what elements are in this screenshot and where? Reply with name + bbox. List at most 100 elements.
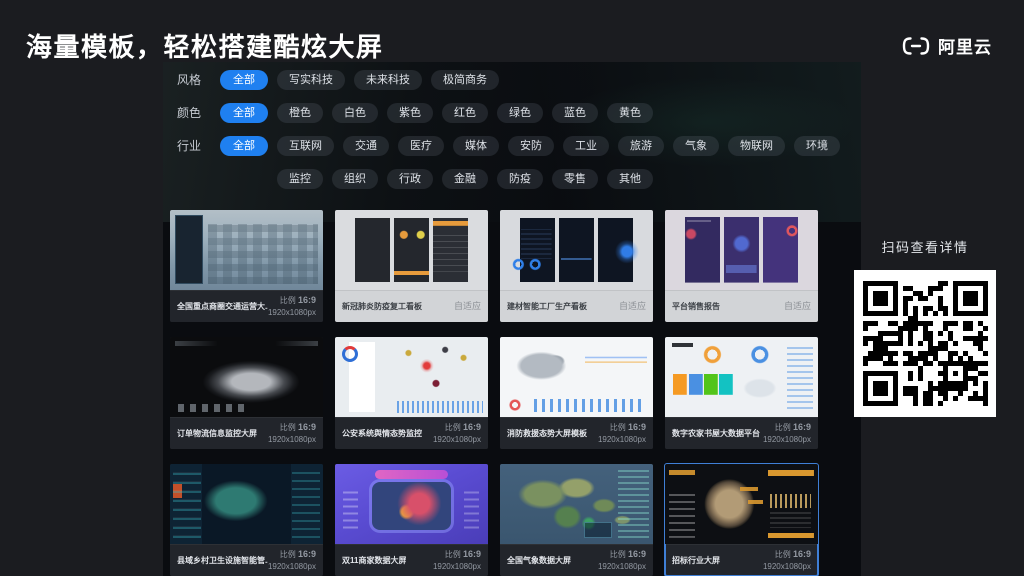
template-thumbnail: [170, 464, 323, 544]
filter-pill[interactable]: 安防: [508, 136, 554, 156]
template-label-bar: 县域乡村卫生设施智能管... 比例 16:9 1920x1080px: [170, 544, 323, 576]
filter-options: 互联网 交通 医疗 媒体 安防 工业 旅游 气象 物联网 环境监控 组织 行政 金融 防疫 零售 其他: [277, 136, 855, 189]
template-gallery-page: 海量模板，轻松搭建酷炫大屏 阿里云 风格 全部 写实科技 未来科技 极简商务 颜色 …: [0, 0, 1024, 576]
template-card[interactable]: 县域乡村卫生设施智能管... 比例 16:9 1920x1080px: [170, 464, 323, 576]
template-card[interactable]: 消防救援态势大屏模板 比例 16:9 1920x1080px: [500, 337, 653, 449]
template-meta: 比例 16:9 1920x1080px: [432, 422, 481, 445]
template-label-bar: 新冠肺炎防疫复工看板 自适应: [335, 290, 488, 322]
filter-pill[interactable]: 绿色: [497, 103, 543, 123]
template-card[interactable]: 全国气象数据大屏 比例 16:9 1920x1080px: [500, 464, 653, 576]
template-name: 平台销售报告: [672, 302, 720, 311]
filter-pill[interactable]: 全部: [220, 70, 268, 90]
template-name: 消防救援态势大屏模板: [507, 429, 587, 438]
template-card[interactable]: 双11商家数据大屏 比例 16:9 1920x1080px: [335, 464, 488, 576]
filter-row: 颜色 全部 橙色 白色 紫色 红色 绿色 蓝色 黄色: [171, 103, 855, 123]
filter-label: 颜色: [177, 106, 202, 120]
content-panel: 风格 全部 写实科技 未来科技 极简商务 颜色 全部 橙色 白色 紫色 红色 绿色 蓝色 黄色 …: [163, 62, 861, 576]
filter-pill[interactable]: 互联网: [277, 136, 334, 156]
filter-pill[interactable]: 组织: [332, 169, 378, 189]
filter-pill[interactable]: 物联网: [728, 136, 785, 156]
template-card[interactable]: 全国重点商圈交通运营大... 比例 16:9 1920x1080px: [170, 210, 323, 322]
brand: 阿里云: [901, 33, 992, 58]
template-label-bar: 数字农家书屋大数据平台 比例 16:9 1920x1080px: [665, 417, 818, 449]
template-name: 数字农家书屋大数据平台: [672, 429, 760, 438]
filter-pill[interactable]: 全部: [220, 103, 268, 123]
template-name: 订单物流信息监控大屏: [177, 429, 257, 438]
template-meta: 比例 16:9 1920x1080px: [762, 549, 811, 572]
template-thumbnail: [500, 464, 653, 544]
filter-pill[interactable]: 白色: [332, 103, 378, 123]
template-label-bar: 招标行业大屏 比例 16:9 1920x1080px: [665, 544, 818, 576]
template-label-bar: 双11商家数据大屏 比例 16:9 1920x1080px: [335, 544, 488, 576]
template-card[interactable]: 订单物流信息监控大屏 比例 16:9 1920x1080px: [170, 337, 323, 449]
template-thumbnail: [500, 337, 653, 417]
template-name: 县域乡村卫生设施智能管...: [177, 556, 268, 565]
template-thumbnail: [665, 337, 818, 417]
template-label-bar: 建材智能工厂生产看板 自适应: [500, 290, 653, 322]
filter-pill[interactable]: 零售: [552, 169, 598, 189]
template-label-bar: 公安系统舆情态势监控 比例 16:9 1920x1080px: [335, 417, 488, 449]
filter-pill[interactable]: 防疫: [497, 169, 543, 189]
filters: 风格 全部 写实科技 未来科技 极简商务 颜色 全部 橙色 白色 紫色 红色 绿色 蓝色 黄色 …: [171, 70, 855, 202]
filter-pill[interactable]: 黄色: [607, 103, 653, 123]
filter-pill[interactable]: 气象: [673, 136, 719, 156]
template-card[interactable]: 数字农家书屋大数据平台 比例 16:9 1920x1080px: [665, 337, 818, 449]
template-meta: 比例 16:9 1920x1080px: [267, 422, 316, 445]
template-name: 全国重点商圈交通运营大...: [177, 302, 268, 311]
template-card[interactable]: 建材智能工厂生产看板 自适应: [500, 210, 653, 322]
filter-row: 风格 全部 写实科技 未来科技 极简商务: [171, 70, 855, 90]
template-thumbnail: [170, 210, 323, 290]
template-name: 建材智能工厂生产看板: [507, 302, 587, 311]
template-card[interactable]: 新冠肺炎防疫复工看板 自适应: [335, 210, 488, 322]
filter-pill[interactable]: 行政: [387, 169, 433, 189]
template-name: 双11商家数据大屏: [342, 556, 407, 565]
template-thumbnail: [335, 337, 488, 417]
filter-pill[interactable]: 工业: [563, 136, 609, 156]
template-thumbnail: [500, 210, 653, 290]
filter-pill[interactable]: 紫色: [387, 103, 433, 123]
filter-pill[interactable]: 交通: [343, 136, 389, 156]
template-label-bar: 全国重点商圈交通运营大... 比例 16:9 1920x1080px: [170, 290, 323, 322]
filter-pill[interactable]: 橙色: [277, 103, 323, 123]
template-label-bar: 订单物流信息监控大屏 比例 16:9 1920x1080px: [170, 417, 323, 449]
template-meta: 比例 16:9 1920x1080px: [597, 422, 646, 445]
qr-code: [854, 270, 996, 417]
filter-pill[interactable]: 全部: [220, 136, 268, 156]
filter-pill[interactable]: 其他: [607, 169, 653, 189]
page-title: 海量模板，轻松搭建酷炫大屏: [26, 32, 384, 62]
template-name: 公安系统舆情态势监控: [342, 429, 422, 438]
template-grid: 全国重点商圈交通运营大... 比例 16:9 1920x1080px 新冠肺炎防疫…: [170, 210, 819, 576]
template-meta: 比例 16:9 1920x1080px: [432, 549, 481, 572]
template-label-bar: 消防救援态势大屏模板 比例 16:9 1920x1080px: [500, 417, 653, 449]
template-thumbnail: [170, 337, 323, 417]
alibaba-cloud-logo-icon: [901, 36, 931, 56]
filter-row: 行业 全部 互联网 交通 医疗 媒体 安防 工业 旅游 气象 物联网 环境 监控 组织 行政 金融 防疫 零售…: [171, 136, 855, 189]
filter-pill[interactable]: 写实科技: [277, 70, 345, 90]
filter-pill[interactable]: 极简商务: [431, 70, 499, 90]
brand-name: 阿里云: [938, 38, 992, 57]
filter-label: 风格: [177, 73, 202, 87]
template-name: 招标行业大屏: [672, 556, 720, 565]
qr-caption: 扫码查看详情: [881, 240, 969, 255]
template-meta: 比例 16:9 1920x1080px: [597, 549, 646, 572]
template-meta: 比例 16:9 1920x1080px: [267, 549, 316, 572]
template-card[interactable]: 公安系统舆情态势监控 比例 16:9 1920x1080px: [335, 337, 488, 449]
filter-pill[interactable]: 医疗: [398, 136, 444, 156]
filter-pill[interactable]: 监控: [277, 169, 323, 189]
filter-pill[interactable]: 红色: [442, 103, 488, 123]
template-label-bar: 平台销售报告 自适应: [665, 290, 818, 322]
filter-pill[interactable]: 旅游: [618, 136, 664, 156]
template-meta: 自适应: [783, 300, 811, 311]
template-card[interactable]: 招标行业大屏 比例 16:9 1920x1080px: [664, 463, 819, 576]
filter-pill[interactable]: 蓝色: [552, 103, 598, 123]
template-meta: 比例 16:9 1920x1080px: [762, 422, 811, 445]
template-card[interactable]: 平台销售报告 自适应: [665, 210, 818, 322]
filter-options: 橙色 白色 紫色 红色 绿色 蓝色 黄色: [277, 103, 855, 123]
filter-pill[interactable]: 未来科技: [354, 70, 422, 90]
template-thumbnail: [335, 210, 488, 290]
template-name: 全国气象数据大屏: [507, 556, 571, 565]
filter-pill[interactable]: 环境: [794, 136, 840, 156]
template-thumbnail: [335, 464, 488, 544]
filter-pill[interactable]: 媒体: [453, 136, 499, 156]
filter-pill[interactable]: 金融: [442, 169, 488, 189]
